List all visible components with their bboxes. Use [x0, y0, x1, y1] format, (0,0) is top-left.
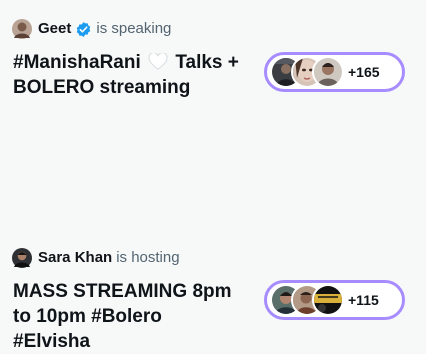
- host-avatar: [12, 248, 32, 268]
- host-avatar: [12, 19, 32, 39]
- listeners-pill[interactable]: +165: [264, 52, 405, 92]
- space-title-part-1: #ManishaRani: [13, 52, 141, 73]
- listener-avatars: [270, 284, 344, 316]
- space-title-line-2: to 10pm #Bolero: [13, 306, 162, 327]
- space-title[interactable]: #ManishaRani Talks + BOLERO streaming: [13, 50, 258, 100]
- space-title-line-1: MASS STREAMING 8pm: [13, 281, 232, 302]
- host-status: is hosting: [116, 249, 180, 266]
- host-status: is speaking: [96, 20, 172, 37]
- space-host-row: Sara Khan is hosting: [12, 248, 180, 268]
- host-name[interactable]: Geet: [38, 20, 71, 38]
- listener-count: +115: [348, 292, 379, 308]
- listeners-pill[interactable]: +115: [264, 280, 405, 320]
- space-title[interactable]: MASS STREAMING 8pm to 10pm #Bolero #Elvi…: [13, 279, 258, 354]
- space-title-line-3: #Elvisha: [13, 331, 91, 352]
- space-host-row: Geet is speaking: [12, 19, 171, 39]
- listener-avatar: [312, 56, 344, 88]
- space-card-2[interactable]: Sara Khan is hosting MASS STREAMING 8pm …: [0, 118, 426, 352]
- space-title-part-2: Talks +: [170, 52, 239, 73]
- listener-count: +165: [348, 64, 380, 80]
- space-card-1[interactable]: Geet is speaking #ManishaRani Talks + BO…: [0, 0, 426, 118]
- space-title-part-3: BOLERO streaming: [13, 77, 191, 98]
- listener-avatar: [312, 284, 344, 316]
- host-name[interactable]: Sara Khan: [38, 249, 112, 267]
- verified-badge-icon: [75, 21, 92, 38]
- listener-avatars: [270, 56, 344, 88]
- white-heart-icon: [148, 52, 168, 70]
